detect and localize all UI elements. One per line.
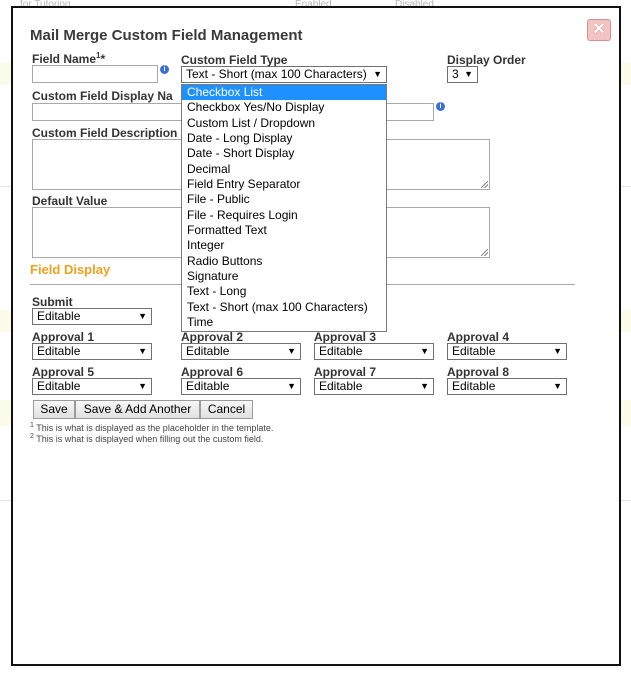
- approval-4-label: Approval 4: [447, 330, 510, 344]
- display-order-select[interactable]: 3 ▼: [447, 66, 478, 83]
- dropdown-option[interactable]: Radio Buttons: [182, 254, 386, 269]
- approval-4-select[interactable]: Editable ▼: [447, 343, 567, 360]
- dropdown-option[interactable]: Formatted Text: [182, 223, 386, 238]
- dropdown-option[interactable]: Integer: [182, 238, 386, 253]
- footnote-1: 1 This is what is displayed as the place…: [30, 422, 274, 433]
- approval-3-label: Approval 3: [314, 330, 377, 344]
- cancel-button[interactable]: Cancel: [200, 400, 253, 419]
- default-value-label: Default Value: [32, 194, 108, 208]
- dropdown-option[interactable]: Text - Long: [182, 284, 386, 299]
- dropdown-option[interactable]: Date - Short Display: [182, 146, 386, 161]
- dropdown-option[interactable]: Checkbox List: [182, 85, 386, 101]
- display-name-label: Custom Field Display Na: [32, 89, 173, 103]
- custom-field-type-select[interactable]: Text - Short (max 100 Characters) ▼: [181, 66, 387, 83]
- display-order-label: Display Order: [447, 53, 526, 67]
- field-name-input[interactable]: [32, 65, 158, 83]
- field-name-label: Field Name1*: [32, 51, 106, 66]
- approval-2-select[interactable]: Editable ▼: [181, 343, 301, 360]
- dropdown-option[interactable]: Custom List / Dropdown: [182, 116, 386, 131]
- info-icon[interactable]: i: [436, 102, 445, 111]
- dropdown-option[interactable]: Date - Long Display: [182, 131, 386, 146]
- approval-5-select[interactable]: Editable ▼: [32, 378, 152, 395]
- field-display-title: Field Display: [30, 262, 111, 277]
- approval-6-select[interactable]: Editable ▼: [181, 378, 301, 395]
- save-add-another-button[interactable]: Save & Add Another: [75, 400, 200, 419]
- approval-1-select[interactable]: Editable ▼: [32, 343, 152, 360]
- dropdown-option[interactable]: Text - Short (max 100 Characters): [182, 300, 386, 315]
- approval-5-label: Approval 5: [32, 365, 95, 379]
- approval-7-label: Approval 7: [314, 365, 377, 379]
- dropdown-option[interactable]: File - Public: [182, 192, 386, 207]
- dropdown-option[interactable]: Checkbox Yes/No Display: [182, 100, 386, 115]
- description-label: Custom Field Description: [32, 126, 178, 140]
- close-icon[interactable]: ✕: [587, 19, 611, 41]
- approval-8-select[interactable]: Editable ▼: [447, 378, 567, 395]
- info-icon[interactable]: i: [160, 65, 169, 74]
- custom-field-type-dropdown[interactable]: Checkbox List Checkbox Yes/No Display Cu…: [181, 84, 387, 332]
- submit-label: Submit: [32, 295, 73, 309]
- submit-select[interactable]: Editable ▼: [32, 308, 152, 325]
- footnote-2: 2 This is what is displayed when filling…: [30, 433, 264, 444]
- approval-7-select[interactable]: Editable ▼: [314, 378, 434, 395]
- custom-field-modal: Mail Merge Custom Field Management ✕ Fie…: [11, 6, 621, 666]
- approval-8-label: Approval 8: [447, 365, 510, 379]
- dropdown-option[interactable]: Field Entry Separator: [182, 177, 386, 192]
- approval-6-label: Approval 6: [181, 365, 244, 379]
- approval-3-select[interactable]: Editable ▼: [314, 343, 434, 360]
- custom-field-type-label: Custom Field Type: [181, 53, 288, 67]
- dropdown-option[interactable]: Time: [182, 315, 386, 330]
- dropdown-option[interactable]: File - Requires Login: [182, 208, 386, 223]
- save-button[interactable]: Save: [33, 400, 75, 419]
- dropdown-option[interactable]: Signature: [182, 269, 386, 284]
- approval-1-label: Approval 1: [32, 330, 95, 344]
- dropdown-option[interactable]: Decimal: [182, 162, 386, 177]
- modal-title: Mail Merge Custom Field Management: [30, 27, 303, 44]
- approval-2-label: Approval 2: [181, 330, 244, 344]
